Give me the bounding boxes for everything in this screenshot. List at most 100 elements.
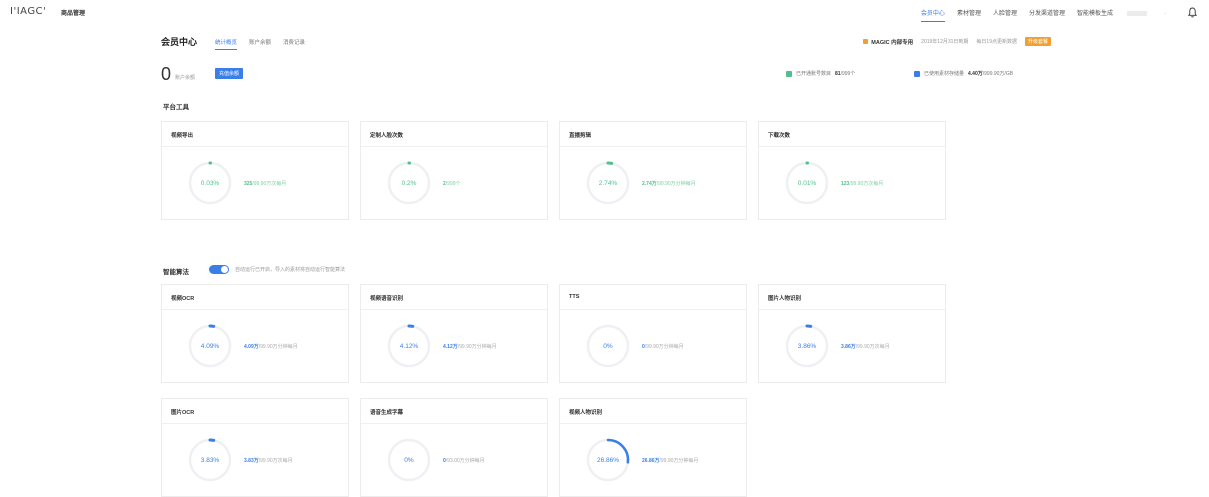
usage-percent: 0.2% xyxy=(401,179,417,187)
usage-percent: 4.09% xyxy=(200,342,220,350)
app-title[interactable]: 商品管理 xyxy=(61,8,85,17)
usage-percent: 0.03% xyxy=(200,179,220,187)
nav-item-member-center[interactable]: 会员中心 xyxy=(920,8,945,22)
card-title: TTS xyxy=(560,285,746,310)
section-smart-algorithms: 智能算法 xyxy=(163,269,189,276)
usage-used: 4.12万 xyxy=(443,344,458,350)
card-image-ocr: 图片OCR 3.83% 3.83万/99.90万次每月 xyxy=(161,398,349,497)
user-name[interactable] xyxy=(1127,11,1147,16)
plan-brand-label: MAGIC 内部专用 xyxy=(871,39,914,46)
plan-brand: MAGIC 内部专用 xyxy=(863,38,913,46)
card-title: 视频语音识别 xyxy=(361,285,547,310)
usage-quota: /999个 xyxy=(445,181,461,187)
usage-used: 3.83万 xyxy=(244,458,259,464)
sub-tabs: 统计概览 账户余额 消费记录 xyxy=(215,38,305,50)
usage-used: 4.09万 xyxy=(244,344,259,350)
nav-item-templates[interactable]: 智能模板生成 xyxy=(1077,8,1113,17)
card-image-person: 图片人物识别 3.86% 3.86万/99.90万次每月 xyxy=(758,284,946,383)
card-title: 语音生成字幕 xyxy=(361,399,547,424)
stat-storage-value: 4.40万 xyxy=(968,71,983,77)
usage-detail: 0/93.00万分钟每月 xyxy=(443,457,485,464)
usage-detail: 0/99.90万分钟每月 xyxy=(642,343,684,350)
nav-item-channels[interactable]: 分发渠道管理 xyxy=(1029,8,1065,17)
stat-accounts-rest: /999个 xyxy=(840,71,856,77)
card-video-export: 视频导出 0.03% 325/99.90万次每月 xyxy=(161,121,349,220)
usage-detail: 4.09万/99.90万分钟每月 xyxy=(244,343,298,350)
stat-accounts-label: 已开通账号数目 xyxy=(796,71,832,77)
card-title: 图片OCR xyxy=(162,399,348,424)
card-speech-subtitles: 语音生成字幕 0% 0/93.00万分钟每月 xyxy=(360,398,548,497)
card-video-ocr: 视频OCR 4.09% 4.09万/99.90万分钟每月 xyxy=(161,284,349,383)
card-video-person: 视频人物识别 26.86% 26.86万/99.90万分钟每月 xyxy=(559,398,747,497)
card-title: 视频导出 xyxy=(162,122,348,147)
usage-detail: 3.86万/99.90万次每月 xyxy=(841,343,890,350)
stat-storage: 已使用素材存储量 4.40万/999.90万/GB xyxy=(914,70,1013,77)
top-bar: I'IAGC' 商品管理 会员中心 素材管理 人脸管理 分发渠道管理 智能模板生… xyxy=(0,0,1209,26)
usage-percent: 4.12% xyxy=(399,342,419,350)
usage-percent: 26.86% xyxy=(596,456,620,464)
card-title: 图片人物识别 xyxy=(759,285,945,310)
balance-label: 账户余额 xyxy=(175,75,196,81)
usage-detail: 2.74万/99.90万分钟每月 xyxy=(642,180,696,187)
bell-icon[interactable] xyxy=(1188,7,1197,18)
plan-update-note: 每日19点更新数据 xyxy=(976,39,1017,45)
plan-info: MAGIC 内部专用 2019年12月31日到期 每日19点更新数据 升级套餐 xyxy=(863,37,1051,46)
usage-quota: /99.90万分钟每月 xyxy=(659,458,699,464)
usage-quota: /99.90万分钟每月 xyxy=(644,344,684,350)
card-video-speech: 视频语音识别 4.12% 4.12万/99.90万分钟每月 xyxy=(360,284,548,383)
usage-quota: /99.90万分钟每月 xyxy=(656,181,696,187)
usage-detail: 325/99.90万次每月 xyxy=(244,180,286,187)
balance-value: 0 xyxy=(161,64,172,84)
user-menu-dot[interactable]: · xyxy=(1164,11,1166,17)
card-custom-face: 定制人脸次数 0.2% 2/999个 xyxy=(360,121,548,220)
usage-percent: 3.86% xyxy=(797,342,817,350)
usage-percent: 0.01% xyxy=(797,179,817,187)
usage-used: 3.86万 xyxy=(841,344,856,350)
usage-detail: 123/99.90万次每月 xyxy=(841,180,883,187)
usage-quota: /99.90万分钟每月 xyxy=(457,344,497,350)
card-title: 直播剪辑 xyxy=(560,122,746,147)
section-platform-tools: 平台工具 xyxy=(163,104,189,111)
plan-expiry: 2019年12月31日到期 xyxy=(921,39,969,45)
usage-quota: /99.90万次每月 xyxy=(849,181,884,187)
usage-detail: 3.83万/99.90万次每月 xyxy=(244,457,293,464)
card-title: 视频人物识别 xyxy=(560,399,746,424)
usage-used: 26.86万 xyxy=(642,458,660,464)
main-nav: 会员中心 素材管理 人脸管理 分发渠道管理 智能模板生成 xyxy=(920,8,1113,22)
tab-consumption[interactable]: 消费记录 xyxy=(283,38,305,46)
usage-quota: /99.90万分钟每月 xyxy=(258,344,298,350)
recharge-button[interactable]: 充值余额 xyxy=(215,68,243,79)
tab-overview[interactable]: 统计概览 xyxy=(215,38,238,50)
auto-run-toggle-row: 自动运行已开启，导入的素材将自动运行智能算法 xyxy=(209,265,345,274)
upgrade-badge[interactable]: 升级套餐 xyxy=(1024,37,1051,46)
usage-quota: /93.00万分钟每月 xyxy=(445,458,485,464)
card-tts: TTS 0% 0/99.90万分钟每月 xyxy=(559,284,747,383)
usage-quota: /99.90万次每月 xyxy=(258,458,293,464)
stat-accounts: 已开通账号数目 81/999个 xyxy=(786,70,855,77)
card-live-clip: 直播剪辑 2.74% 2.74万/99.90万分钟每月 xyxy=(559,121,747,220)
tab-balance[interactable]: 账户余额 xyxy=(249,38,271,46)
usage-percent: 2.74% xyxy=(598,179,618,187)
card-title: 定制人脸次数 xyxy=(361,122,547,147)
usage-percent: 0% xyxy=(404,456,414,464)
page-header: 会员中心 统计概览 账户余额 消费记录 MAGIC 内部专用 2019年12月3… xyxy=(161,35,1051,50)
users-icon xyxy=(786,70,792,77)
nav-item-faces[interactable]: 人脸管理 xyxy=(993,8,1017,17)
storage-icon xyxy=(914,70,920,77)
app-logo[interactable]: I'IAGC' xyxy=(10,6,46,17)
auto-run-toggle[interactable] xyxy=(209,265,229,274)
auto-run-hint: 自动运行已开启，导入的素材将自动运行智能算法 xyxy=(235,267,346,273)
stat-storage-label: 已使用素材存储量 xyxy=(924,71,965,77)
page-title: 会员中心 xyxy=(161,37,198,47)
stat-storage-rest: /999.90万/GB xyxy=(982,71,1014,77)
brand-icon xyxy=(863,39,869,44)
card-title: 视频OCR xyxy=(162,285,348,310)
usage-detail: 2/999个 xyxy=(443,180,461,187)
usage-detail: 26.86万/99.90万分钟每月 xyxy=(642,457,698,464)
usage-quota: /99.90万次每月 xyxy=(252,181,287,187)
usage-used: 2.74万 xyxy=(642,181,657,187)
usage-percent: 0% xyxy=(603,342,613,350)
nav-item-assets[interactable]: 素材管理 xyxy=(957,8,981,17)
card-title: 下载次数 xyxy=(759,122,945,147)
card-downloads: 下载次数 0.01% 123/99.90万次每月 xyxy=(758,121,946,220)
